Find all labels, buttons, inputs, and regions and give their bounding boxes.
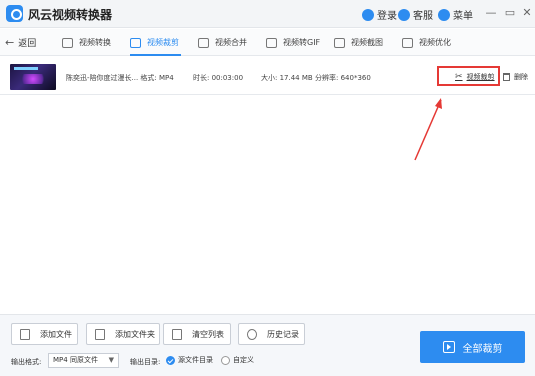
trash-icon <box>503 73 510 81</box>
output-format-label: 输出格式: <box>11 358 42 366</box>
video-convert-icon <box>62 37 73 48</box>
title-bar: 风云视频转换器 登录 客服 菜单 — ▭ ✕ <box>0 0 535 28</box>
add-folder-icon <box>95 328 105 340</box>
file-duration: 时长: 00:03:00 <box>193 74 244 82</box>
tab-label: 视频转换 <box>79 38 111 47</box>
video-cut-link-label: 视频裁剪 <box>466 73 495 81</box>
output-dir-label: 输出目录: <box>130 358 161 366</box>
start-all-cut-label: 全部裁剪 <box>462 343 503 355</box>
video-cut-icon <box>130 37 141 48</box>
app-title: 风云视频转换器 <box>28 8 113 22</box>
scissors-icon: ✂ <box>455 72 463 82</box>
trash-icon <box>172 328 182 340</box>
custom-dir-radio[interactable]: 自定义 <box>221 355 254 365</box>
add-file-button[interactable]: 添加文件 <box>11 323 78 345</box>
tab-video-screenshot[interactable]: 视频截图 <box>334 29 383 56</box>
app-logo-icon <box>6 5 23 22</box>
login-button[interactable]: 登录 <box>362 7 397 22</box>
source-dir-label: 源文件目录 <box>178 356 213 364</box>
history-label: 历史记录 <box>267 329 299 339</box>
menu-button[interactable]: 菜单 <box>438 7 473 22</box>
add-folder-label: 添加文件夹 <box>115 329 155 339</box>
checked-radio-icon <box>166 355 175 365</box>
video-thumbnail <box>10 64 56 90</box>
user-icon <box>362 8 374 21</box>
maximize-button[interactable]: ▭ <box>503 6 517 20</box>
tab-label: 视频截图 <box>351 38 383 47</box>
clock-icon <box>247 328 257 340</box>
back-button[interactable]: ← 返回 <box>5 36 36 49</box>
tab-video-convert[interactable]: 视频转换 <box>62 29 111 56</box>
play-icon <box>442 341 455 353</box>
tab-video-merge[interactable]: 视频合并 <box>198 29 247 56</box>
video-merge-icon <box>198 37 209 48</box>
minimize-button[interactable]: — <box>484 6 498 20</box>
clear-list-button[interactable]: 清空列表 <box>163 323 231 345</box>
tab-video-optimize[interactable]: 视频优化 <box>402 29 451 56</box>
close-button[interactable]: ✕ <box>520 6 534 20</box>
history-button[interactable]: 历史记录 <box>238 323 305 345</box>
custom-dir-label: 自定义 <box>233 356 254 364</box>
video-cut-link[interactable]: ✂ 视频裁剪 <box>455 72 495 82</box>
headset-icon <box>398 8 410 21</box>
image-icon <box>334 37 345 48</box>
sliders-icon <box>402 37 413 48</box>
tab-video-to-gif[interactable]: 视频转GIF <box>266 29 320 56</box>
radio-icon <box>221 355 230 365</box>
start-all-cut-button[interactable]: 全部裁剪 <box>420 331 525 363</box>
gif-icon <box>266 37 277 48</box>
file-size: 大小: 17.44 MB <box>261 74 313 82</box>
back-arrow-icon: ← <box>5 36 15 49</box>
source-dir-radio[interactable]: 源文件目录 <box>166 355 213 365</box>
add-file-label: 添加文件 <box>40 329 72 339</box>
tab-label: 视频裁剪 <box>147 38 179 47</box>
back-label: 返回 <box>18 39 37 49</box>
bottom-panel: 添加文件 添加文件夹 清空列表 历史记录 输出格式: MP4 同原文件 ▼ 输出… <box>0 314 535 376</box>
output-format-value: MP4 同原文件 <box>53 356 98 364</box>
tab-label: 视频转GIF <box>283 38 321 47</box>
file-name: 陈奕迅-陪你度过漫长... 格式: MP4 <box>66 74 174 82</box>
menu-label: 菜单 <box>453 11 473 22</box>
output-format-select[interactable]: MP4 同原文件 ▼ <box>48 353 119 368</box>
nav-bar: ← 返回 视频转换 视频裁剪 视频合并 视频转GIF 视频截图 视频优化 <box>0 29 535 56</box>
delete-label: 删除 <box>514 73 528 81</box>
tab-label: 视频合并 <box>215 38 247 47</box>
clear-list-label: 清空列表 <box>192 329 224 339</box>
app-window: 风云视频转换器 登录 客服 菜单 — ▭ ✕ ← 返回 视频转换 视频裁剪 视频… <box>0 0 535 376</box>
add-file-icon <box>20 328 30 340</box>
file-resolution: 分辨率: 640*360 <box>315 74 371 82</box>
chevron-down-icon: ▼ <box>108 356 114 364</box>
tab-video-cut[interactable]: 视频裁剪 <box>130 29 181 56</box>
service-label: 客服 <box>413 11 433 22</box>
add-folder-button[interactable]: 添加文件夹 <box>86 323 160 345</box>
menu-icon <box>438 8 450 21</box>
login-label: 登录 <box>377 11 397 22</box>
tab-label: 视频优化 <box>419 38 451 47</box>
delete-button[interactable]: 删除 <box>503 72 528 82</box>
service-button[interactable]: 客服 <box>398 7 433 22</box>
